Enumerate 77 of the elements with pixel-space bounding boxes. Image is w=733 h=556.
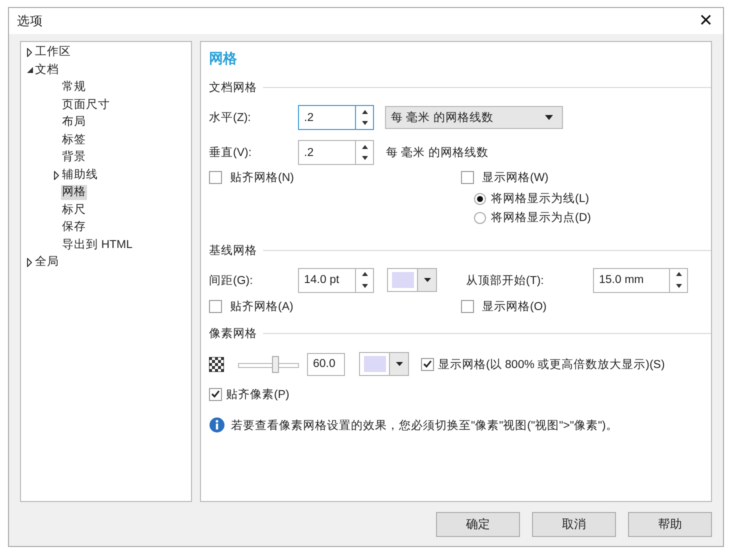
down-arrow-icon <box>676 284 682 288</box>
down-arrow-icon <box>362 156 368 160</box>
number-field[interactable]: .2 <box>298 140 355 165</box>
tree-item[interactable]: 网格 <box>61 185 87 200</box>
color-swatch[interactable] <box>387 268 417 292</box>
section-heading: 基线网格 <box>209 244 257 258</box>
checkbox-label[interactable]: 贴齐像素(P) <box>226 386 290 402</box>
checkbox[interactable] <box>461 300 474 312</box>
info-text: 若要查看像素网格设置的效果，您必须切换至"像素"视图("视图">"像素")。 <box>231 418 618 432</box>
tree-item[interactable]: 页面尺寸 <box>61 98 111 113</box>
tree-item[interactable]: 标尺 <box>61 202 87 218</box>
collapsed-triangle-icon[interactable] <box>27 258 32 268</box>
up-arrow-icon <box>362 144 368 149</box>
window-title: 选项 <box>17 12 43 30</box>
radio-label[interactable]: 将网格显示为点(D) <box>491 210 591 225</box>
spinner-button[interactable] <box>355 268 374 292</box>
checkbox-label[interactable]: 显示网格(W) <box>482 170 549 184</box>
spinner-button[interactable] <box>355 105 374 130</box>
down-arrow-icon <box>362 121 368 126</box>
tree-item[interactable]: 辅助线 <box>61 168 99 183</box>
field-label: 从顶部开始(T): <box>466 273 545 288</box>
radio-button[interactable] <box>474 192 486 204</box>
tree-item[interactable]: 标签 <box>61 132 87 148</box>
section-heading: 文档网格 <box>209 80 257 94</box>
expanded-triangle-icon[interactable] <box>26 67 32 74</box>
checkbox[interactable] <box>209 170 222 184</box>
checkbox-label[interactable]: 显示网格(O) <box>482 298 547 314</box>
spinner-button[interactable] <box>355 140 374 165</box>
number-field[interactable]: 15.0 mm <box>593 268 669 292</box>
dialog-button[interactable]: 取消 <box>532 512 616 537</box>
tree-item[interactable]: 背景 <box>61 150 87 166</box>
checkbox-label[interactable]: 显示网格(以 800% 或更高倍数放大显示)(S) <box>438 356 665 372</box>
up-arrow-icon <box>362 272 368 276</box>
tree-item[interactable]: 常规 <box>61 80 87 96</box>
dialog-button[interactable]: 确定 <box>436 512 520 537</box>
dropdown-button[interactable] <box>389 352 409 376</box>
opacity-field[interactable]: 60.0 <box>307 352 345 376</box>
checkbox[interactable] <box>209 388 222 400</box>
tree-item[interactable]: 文档 <box>34 62 60 78</box>
field-label: 垂直(V): <box>209 145 253 160</box>
checkbox-label[interactable]: 贴齐网格(A) <box>230 298 294 314</box>
down-arrow-icon <box>362 284 368 288</box>
caret-icon <box>545 115 553 120</box>
info-icon <box>209 417 225 433</box>
spinner-button[interactable] <box>669 268 688 292</box>
collapsed-triangle-icon[interactable] <box>54 170 59 180</box>
caret-icon <box>424 278 430 282</box>
number-field[interactable]: 14.0 pt <box>298 268 355 292</box>
tree-item[interactable]: 工作区 <box>34 45 72 60</box>
page-title: 网格 <box>209 50 238 68</box>
unit-dropdown[interactable]: 每 毫米 的网格线数 <box>385 106 563 129</box>
collapsed-triangle-icon[interactable] <box>27 48 32 58</box>
color-swatch[interactable] <box>359 352 389 376</box>
caret-icon <box>396 362 402 366</box>
tree-item[interactable]: 导出到 HTML <box>61 238 134 253</box>
field-label: 间距(G): <box>209 274 254 288</box>
number-field[interactable]: .2 <box>298 105 355 130</box>
up-arrow-icon <box>676 272 682 276</box>
transparency-icon <box>209 356 224 372</box>
field-label: 水平(Z): <box>209 110 252 125</box>
dialog-button[interactable]: 帮助 <box>628 512 712 537</box>
opacity-slider[interactable] <box>238 356 299 372</box>
radio-button[interactable] <box>474 212 486 224</box>
checkbox[interactable] <box>461 170 474 184</box>
tree-item[interactable]: 全局 <box>34 255 60 270</box>
radio-label[interactable]: 将网格显示为线(L) <box>491 191 590 206</box>
tree-item[interactable]: 保存 <box>61 220 87 236</box>
slider-thumb[interactable] <box>272 356 279 373</box>
tree-item[interactable]: 布局 <box>61 115 87 130</box>
up-arrow-icon <box>362 110 368 114</box>
unit-label: 每 毫米 的网格线数 <box>386 145 488 160</box>
checkbox[interactable] <box>209 300 222 312</box>
checkbox[interactable] <box>421 358 434 370</box>
close-button[interactable]: ✕ <box>694 12 717 30</box>
checkbox-label[interactable]: 贴齐网格(N) <box>230 170 294 184</box>
dropdown-button[interactable] <box>417 268 437 292</box>
section-heading: 像素网格 <box>209 326 257 340</box>
